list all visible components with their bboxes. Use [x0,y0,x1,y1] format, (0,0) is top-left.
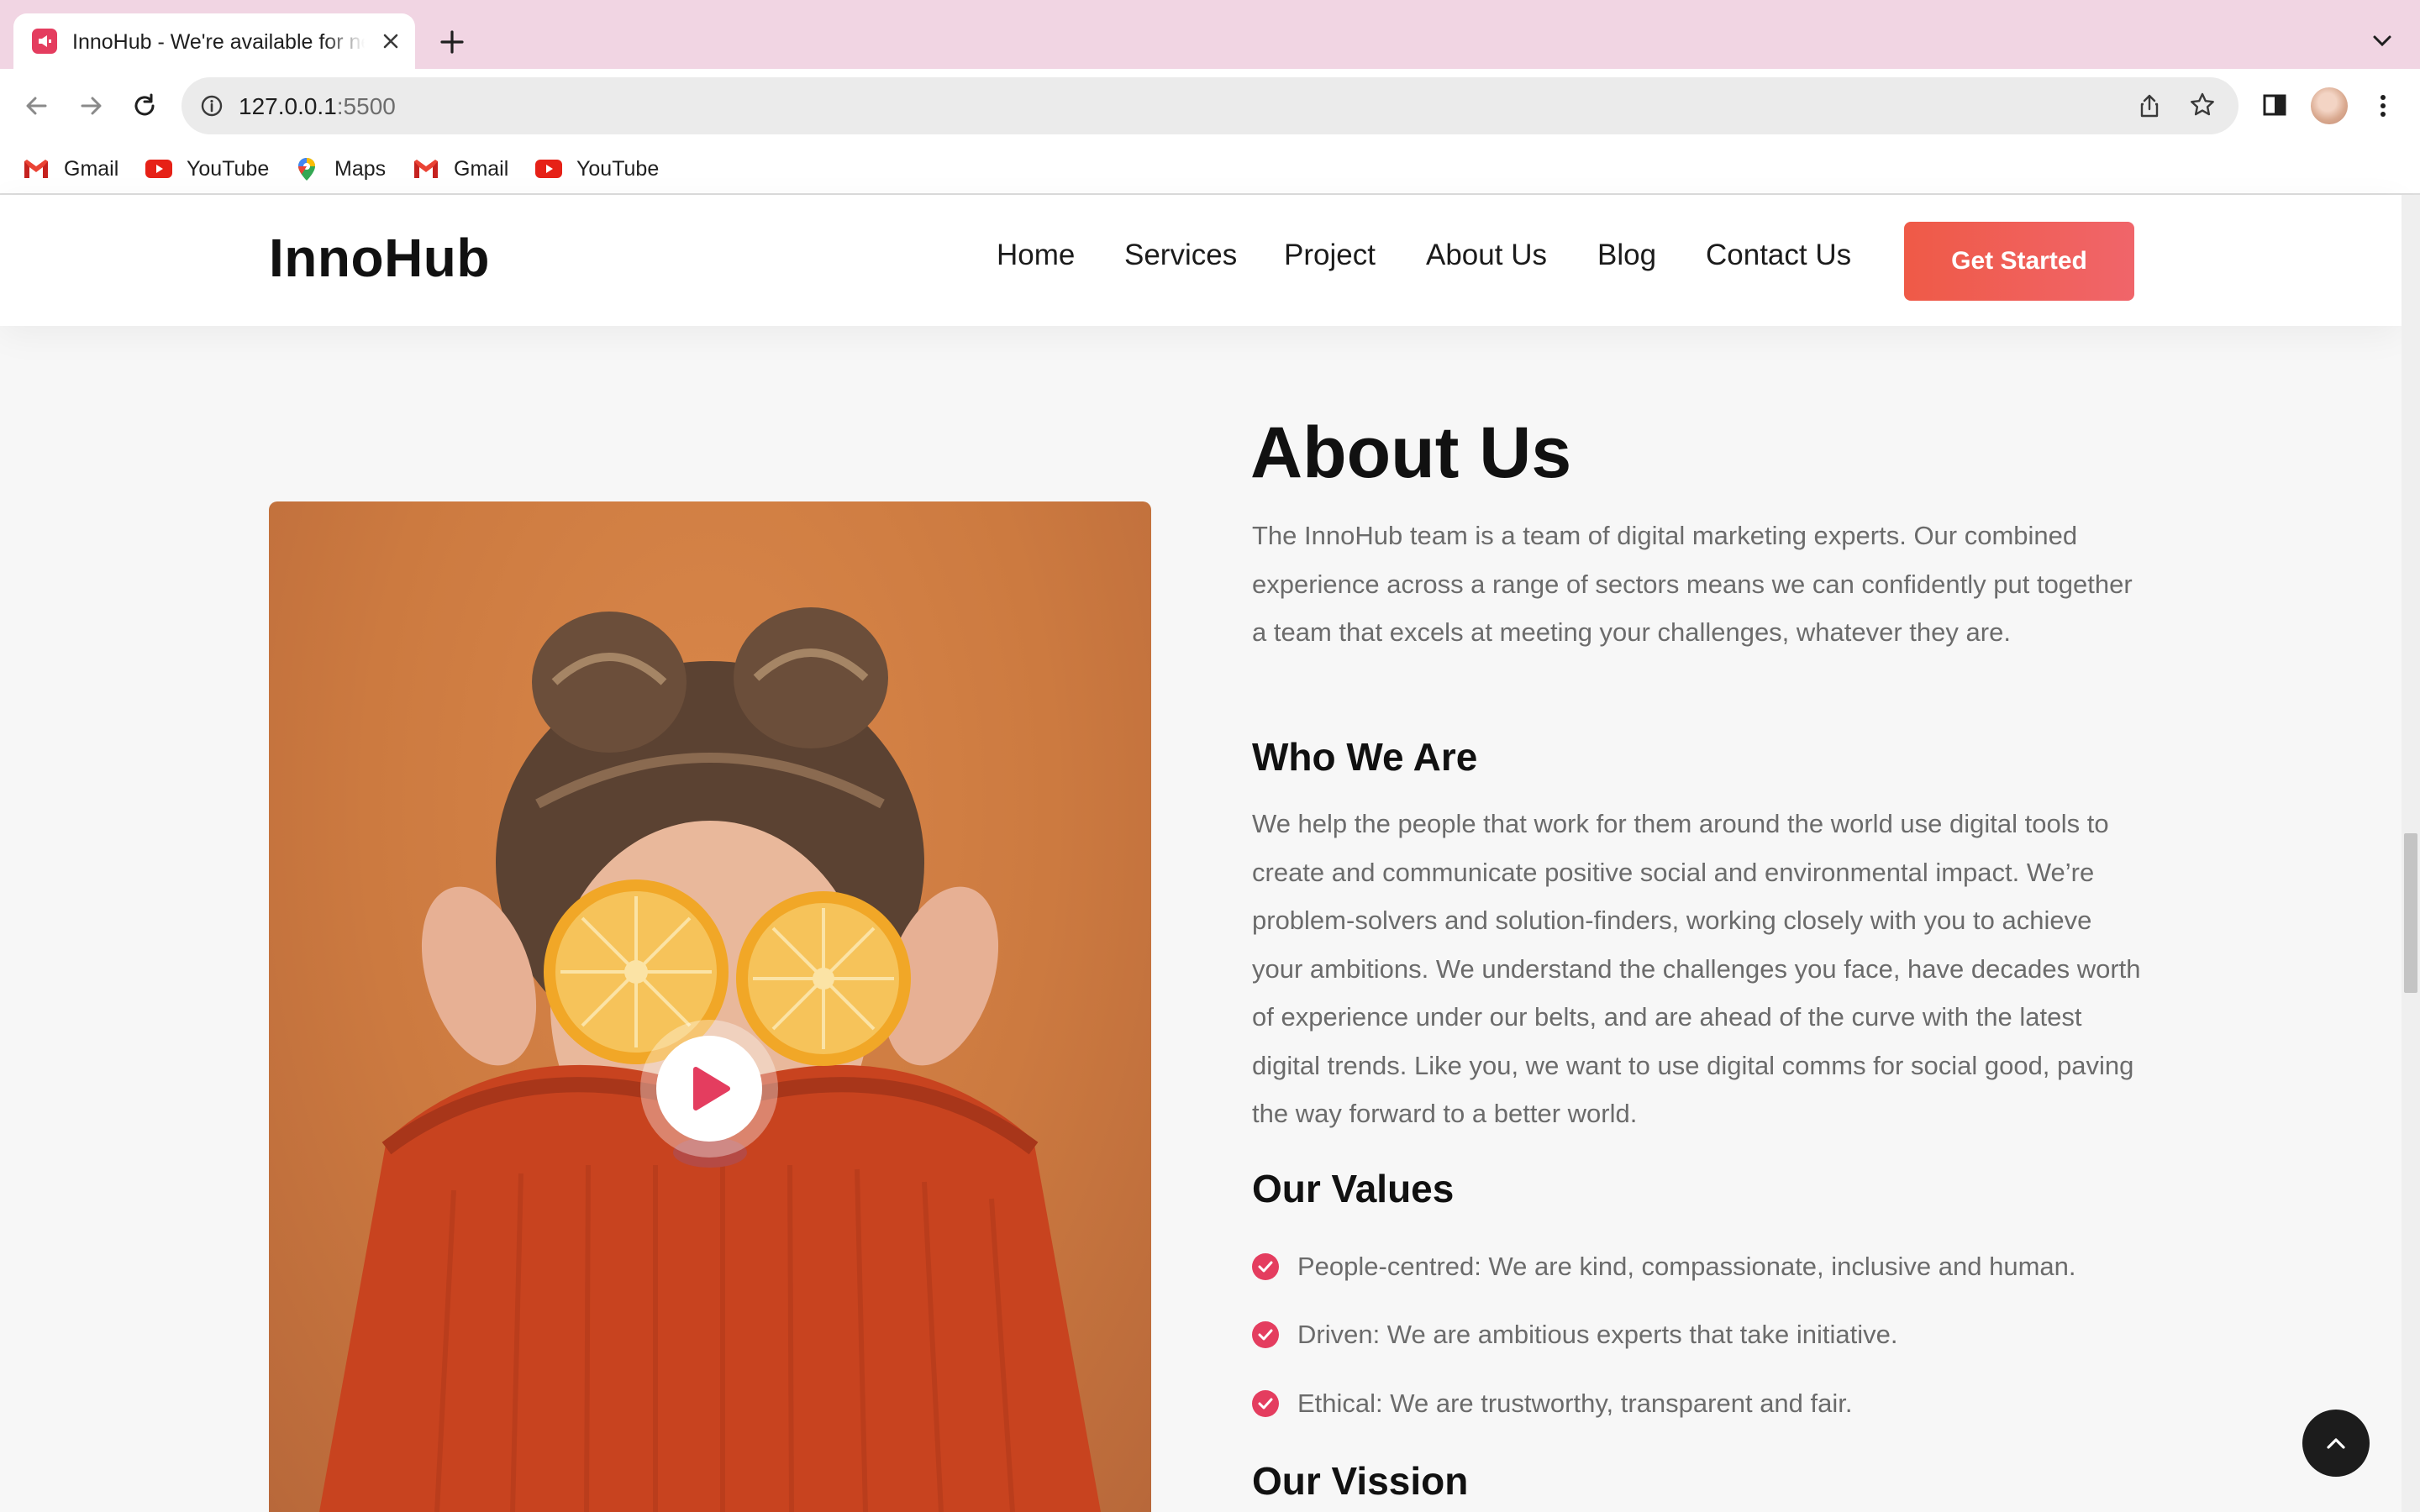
our-vision-heading: Our Vission [1252,1459,1469,1503]
nav-services[interactable]: Services [1124,239,1237,272]
profile-avatar[interactable] [2311,87,2348,124]
check-circle-icon [1252,1321,1279,1348]
value-item: People-centred: We are kind, compassiona… [1252,1250,2076,1284]
bookmark-youtube-2[interactable]: YouTube [534,155,659,183]
back-arrow-icon[interactable] [22,91,52,121]
site-info-icon[interactable] [200,94,224,118]
bookmark-youtube[interactable]: YouTube [145,155,269,183]
browser-toolbar: 127.0.0.1:5500 [0,69,2420,143]
about-title: About Us [1250,412,1572,493]
nav-about-us[interactable]: About Us [1426,239,1547,272]
browser-tabstrip: InnoHub - We're available for new projec… [0,0,2420,69]
innohub-favicon-icon [32,29,57,54]
more-menu-icon[interactable] [2371,91,2395,121]
address-bar[interactable]: 127.0.0.1:5500 [182,77,2238,134]
reload-icon[interactable] [129,91,160,121]
bookmark-maps[interactable]: Maps [292,155,386,183]
bookmark-gmail-2[interactable]: Gmail [412,155,508,183]
site-logo[interactable]: InnoHub [269,227,490,289]
value-item: Driven: We are ambitious experts that ta… [1252,1318,1897,1352]
back-to-top-button[interactable] [2302,1410,2370,1477]
about-photo [269,501,1151,1512]
side-panel-icon[interactable] [2260,91,2289,119]
nav-project[interactable]: Project [1284,239,1376,272]
bookmark-gmail[interactable]: Gmail [22,155,118,183]
site-header: InnoHub Home Services Project About Us B… [0,195,2402,326]
new-tab-icon[interactable] [435,25,469,59]
check-circle-icon [1252,1253,1279,1280]
youtube-icon [534,156,563,181]
close-tab-icon[interactable] [378,29,403,54]
about-intro-text: The InnoHub team is a team of digital ma… [1252,521,2133,647]
nav-blog[interactable]: Blog [1597,239,1656,272]
share-icon[interactable] [2136,92,2163,119]
gmail-icon [22,156,50,181]
forward-arrow-icon[interactable] [76,91,106,121]
who-we-are-heading: Who We Are [1252,735,1478,779]
value-item: Ethical: We are trustworthy, transparent… [1252,1387,1853,1420]
chevron-up-icon [2327,1438,2345,1449]
maps-icon [292,156,321,181]
url-text: 127.0.0.1:5500 [239,93,396,119]
browser-tab[interactable]: InnoHub - We're available for new projec… [13,13,415,69]
bookmarks-bar: Gmail YouTube Maps Gmail YouTube [0,143,2420,195]
gmail-icon [412,156,440,181]
tab-search-chevron-icon[interactable] [2368,30,2396,52]
play-video-button[interactable] [656,1036,762,1142]
check-circle-icon [1252,1390,1279,1417]
play-icon [693,1067,730,1110]
nav-contact-us[interactable]: Contact Us [1706,239,1851,272]
get-started-button[interactable]: Get Started [1904,222,2134,301]
our-values-heading: Our Values [1252,1167,1455,1210]
scrollbar-thumb[interactable] [2404,833,2417,993]
youtube-icon [145,156,173,181]
nav-home[interactable]: Home [997,239,1075,272]
tab-title: InnoHub - We're available for new projec… [72,30,365,54]
bookmark-star-icon[interactable] [2188,91,2217,119]
who-we-are-text: We help the people that work for them ar… [1252,809,2141,1128]
